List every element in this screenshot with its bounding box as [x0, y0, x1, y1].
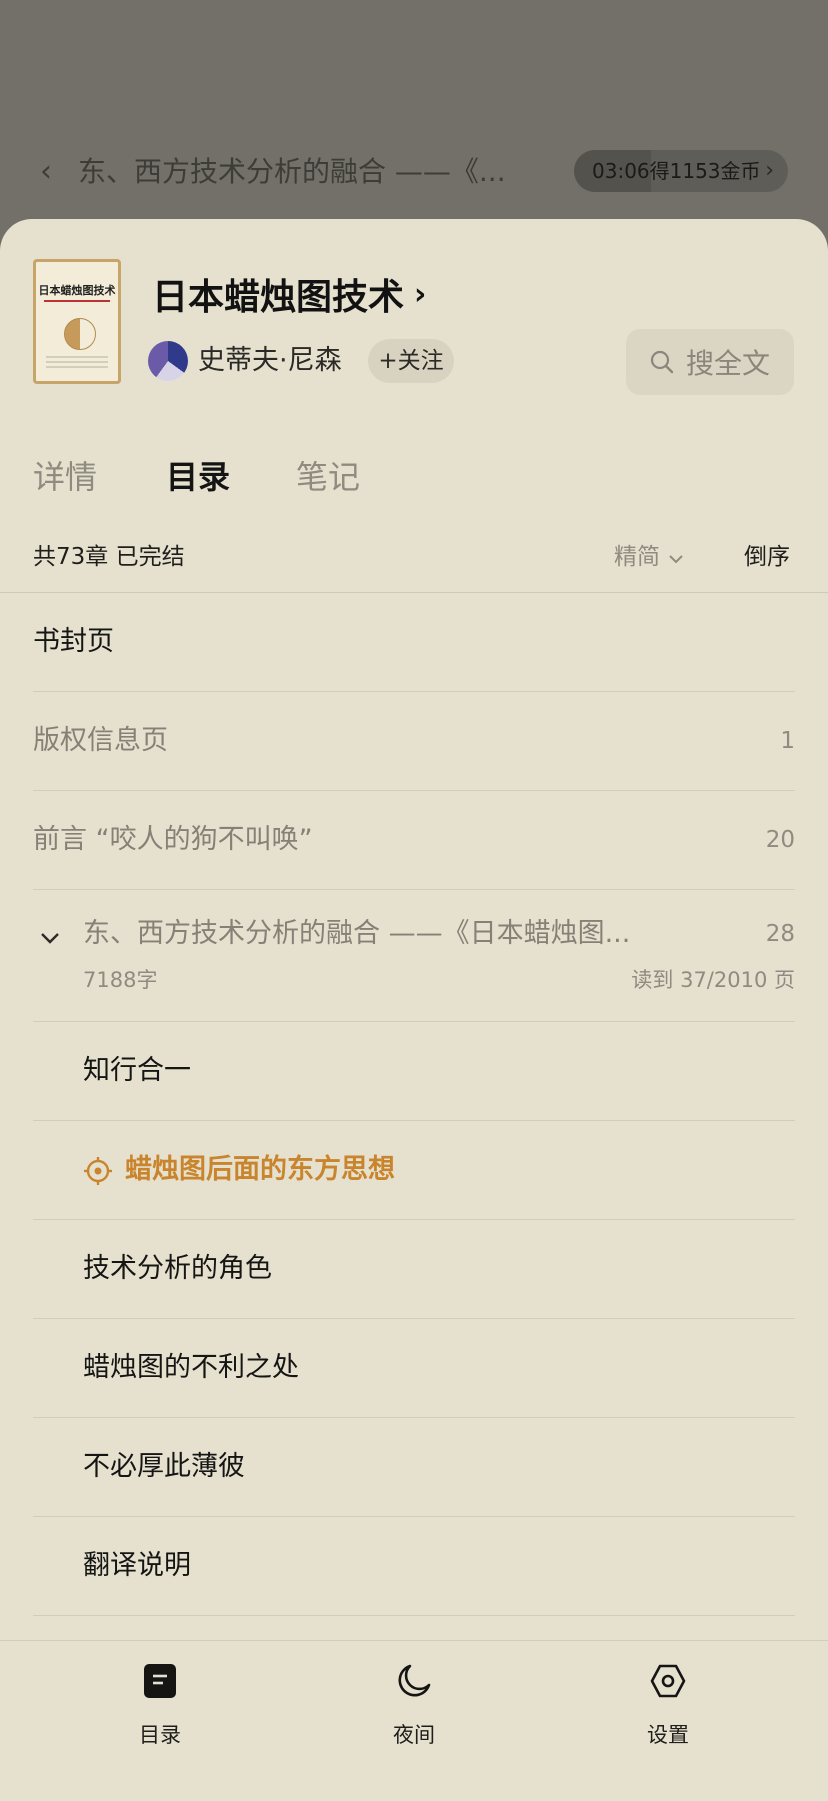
follow-button[interactable]: +关注: [368, 339, 454, 383]
chevron-down-icon[interactable]: [36, 924, 64, 952]
reading-progress: 读到 37/2010 页: [631, 968, 795, 992]
toc-subitem[interactable]: 知行合一: [0, 1022, 828, 1121]
toc-subitem-label: 不必厚此薄彼: [83, 1451, 245, 1482]
author-avatar[interactable]: [148, 341, 188, 381]
toc-subitem[interactable]: 蜡烛图的不利之处: [0, 1319, 828, 1418]
toc-sheet: 日本蜡烛图技术 日本蜡烛图技术 › 史蒂夫·尼森 +关注 搜全文 详情 目录 笔…: [0, 219, 828, 1801]
toolbar-night-button[interactable]: 夜间: [334, 1651, 494, 1761]
sort-mode-label: 精简: [614, 544, 660, 570]
cover-divider: [44, 300, 110, 302]
divider: [33, 1615, 795, 1616]
toc-item[interactable]: 前言 “咬人的狗不叫唤” 20: [0, 791, 828, 890]
bottom-toolbar: 目录 夜间 设置: [0, 1640, 828, 1801]
toc-subitem[interactable]: 技术分析的角色: [0, 1220, 828, 1319]
toc-subitem-current[interactable]: 蜡烛图后面的东方思想: [0, 1121, 828, 1220]
toc-item-label: 版权信息页: [33, 725, 168, 756]
toc-subitem-label: 翻译说明: [83, 1550, 191, 1581]
book-cover[interactable]: 日本蜡烛图技术: [33, 259, 121, 384]
reverse-order-button[interactable]: 倒序: [744, 539, 790, 575]
toolbar-toc-button[interactable]: 目录: [80, 1651, 240, 1761]
cover-title: 日本蜡烛图技术: [38, 284, 116, 297]
tab-details[interactable]: 详情: [33, 451, 97, 503]
chapter-word-count: 7188字: [83, 968, 158, 992]
toc-item-label: 书封页: [33, 626, 114, 657]
toc-chapter-label: 东、西方技术分析的融合 ——《日本蜡烛图...: [83, 918, 631, 949]
current-location-icon: [83, 1156, 113, 1186]
reading-reward-timer[interactable]: 03:06得1153金币 ›: [574, 150, 788, 192]
toc-expanded-chapter[interactable]: 东、西方技术分析的融合 ——《日本蜡烛图... 28 7188字 读到 37/2…: [0, 890, 828, 1022]
toc-chapter-page: 28: [765, 921, 795, 947]
tab-toc[interactable]: 目录: [166, 451, 230, 503]
toolbar-night-label: 夜间: [393, 1723, 435, 1747]
chevron-right-icon: ›: [765, 158, 774, 183]
toolbar-settings-button[interactable]: 设置: [588, 1651, 748, 1761]
back-chevron-icon[interactable]: ‹: [40, 152, 70, 192]
full-text-search-button[interactable]: 搜全文: [626, 329, 794, 395]
toc-item-page: 20: [765, 827, 795, 853]
tab-notes[interactable]: 笔记: [296, 451, 360, 503]
toc-icon: [142, 1663, 178, 1699]
toc-list: 书封页 版权信息页 1 前言 “咬人的狗不叫唤” 20 东、西方技术分析的融合 …: [0, 593, 828, 1616]
reader-backdrop[interactable]: [0, 0, 828, 240]
toc-item[interactable]: 书封页: [0, 593, 828, 692]
chapter-summary: 共73章 已完结: [33, 544, 185, 570]
reader-chapter-title[interactable]: 东、西方技术分析的融合 ——《...: [78, 152, 538, 192]
toc-item-page: 1: [780, 728, 795, 754]
yin-yang-emblem: [64, 318, 96, 350]
toc-subitem[interactable]: 翻译说明: [0, 1517, 828, 1616]
timer-label: 03:06得1153金币: [592, 159, 761, 183]
book-title-link[interactable]: 日本蜡烛图技术 ›: [152, 269, 426, 319]
chevron-down-icon: [668, 539, 684, 575]
moon-icon: [396, 1663, 432, 1699]
author-name[interactable]: 史蒂夫·尼森: [198, 339, 342, 383]
toc-item[interactable]: 版权信息页 1: [0, 692, 828, 791]
toolbar-toc-label: 目录: [139, 1723, 181, 1747]
toolbar-settings-label: 设置: [647, 1723, 689, 1747]
toc-subitem-label: 技术分析的角色: [83, 1253, 272, 1284]
toc-subitem-label: 知行合一: [83, 1055, 191, 1086]
chevron-right-icon: ›: [414, 276, 427, 312]
search-label: 搜全文: [685, 347, 770, 380]
cover-text-lines: [46, 356, 108, 370]
book-title: 日本蜡烛图技术: [152, 277, 405, 318]
toc-item-label: 前言 “咬人的狗不叫唤”: [33, 824, 313, 855]
toc-subitem[interactable]: 不必厚此薄彼: [0, 1418, 828, 1517]
toc-subitem-label: 蜡烛图后面的东方思想: [125, 1154, 395, 1185]
toc-subitem-label: 蜡烛图的不利之处: [83, 1352, 299, 1383]
settings-hexagon-icon: [650, 1663, 686, 1699]
search-icon: [650, 350, 674, 374]
sort-mode-select[interactable]: 精简: [614, 539, 684, 575]
